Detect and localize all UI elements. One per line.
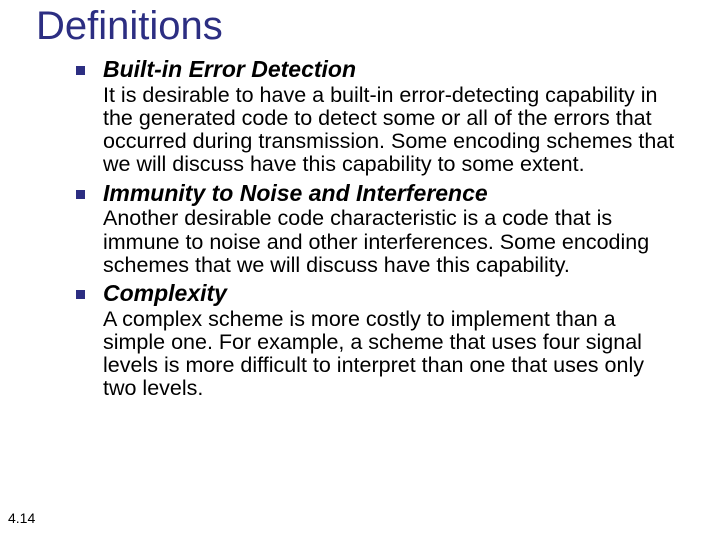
item-heading: Built-in Error Detection <box>103 55 356 84</box>
slide-title: Definitions <box>36 4 692 49</box>
square-bullet-icon <box>76 290 85 299</box>
page-number: 4.14 <box>8 510 35 526</box>
item-body: A complex scheme is more costly to imple… <box>103 308 682 401</box>
bullet-list: Built-in Error Detection It is desirable… <box>76 55 682 401</box>
list-item: Complexity A complex scheme is more cost… <box>76 279 682 401</box>
item-body: Another desirable code characteristic is… <box>103 207 682 277</box>
list-item: Immunity to Noise and Interference Anoth… <box>76 179 682 277</box>
square-bullet-icon <box>76 66 85 75</box>
item-heading: Complexity <box>103 279 227 308</box>
slide: Definitions Built-in Error Detection It … <box>0 0 720 401</box>
list-item: Built-in Error Detection It is desirable… <box>76 55 682 177</box>
square-bullet-icon <box>76 190 85 199</box>
item-body: It is desirable to have a built-in error… <box>103 84 682 177</box>
item-heading: Immunity to Noise and Interference <box>103 179 488 208</box>
